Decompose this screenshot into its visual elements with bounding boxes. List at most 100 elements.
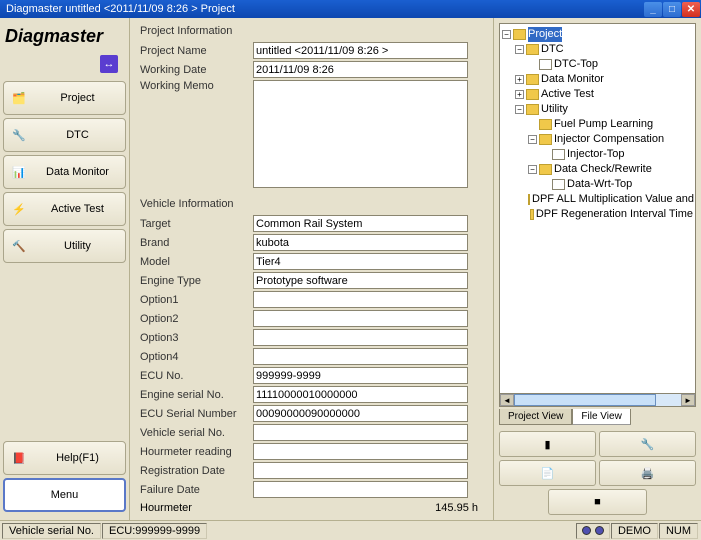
hourmeter-value: 145.95 h — [435, 502, 478, 514]
working-memo-textarea[interactable] — [253, 80, 468, 188]
view-tabs: Project View File View — [499, 409, 696, 425]
engine-type-label: Engine Type — [140, 275, 253, 287]
help-label: Help(F1) — [36, 452, 119, 464]
target-label: Target — [140, 218, 253, 230]
ecu-no-label: ECU No. — [140, 370, 253, 382]
engine-type-input[interactable] — [253, 272, 468, 289]
stop-icon: ■ — [594, 496, 601, 508]
statusbar: Vehicle serial No. ECU:999999-9999 DEMO … — [0, 520, 701, 540]
project-button[interactable]: 🗂️ Project — [3, 81, 126, 115]
tree-active-test[interactable]: +Active Test — [502, 87, 693, 102]
menu-label: Menu — [11, 489, 118, 501]
help-icon: 📕 — [10, 449, 28, 467]
hourmeter-reading-label: Hourmeter reading — [140, 446, 253, 458]
scroll-left-icon[interactable]: ◄ — [500, 394, 514, 406]
tree-horizontal-scrollbar[interactable]: ◄ ► — [499, 393, 696, 407]
status-ecu: ECU:999999-9999 — [102, 523, 207, 539]
tree-injector-top[interactable]: Injector-Top — [502, 147, 693, 162]
failure-date-label: Failure Date — [140, 484, 253, 496]
tree-dpf-all[interactable]: DPF ALL Multiplication Value and — [502, 192, 693, 207]
tree-data-monitor[interactable]: +Data Monitor — [502, 72, 693, 87]
target-input[interactable] — [253, 215, 468, 232]
dtc-button[interactable]: 🔧 DTC — [3, 118, 126, 152]
tree-injector-comp[interactable]: −Injector Compensation — [502, 132, 693, 147]
tree-dtc[interactable]: −DTC — [502, 42, 693, 57]
tab-project-view[interactable]: Project View — [499, 409, 572, 425]
project-info-heading: Project Information — [140, 25, 483, 37]
data-monitor-button[interactable]: 📊 Data Monitor — [3, 155, 126, 189]
failure-date-input[interactable] — [253, 481, 468, 498]
menu-button[interactable]: Menu — [3, 478, 126, 512]
status-dot-icon — [595, 526, 604, 535]
option4-label: Option4 — [140, 351, 253, 363]
hourmeter-label: Hourmeter — [140, 502, 192, 514]
close-button[interactable]: ✕ — [682, 2, 700, 17]
status-num: NUM — [659, 523, 698, 539]
option2-input[interactable] — [253, 310, 468, 327]
project-name-input[interactable] — [253, 42, 468, 59]
tool-button-5[interactable]: ■ — [548, 489, 647, 515]
ecu-serial-input[interactable] — [253, 405, 468, 422]
tree-dtc-top[interactable]: DTC-Top — [502, 57, 693, 72]
minimize-button[interactable]: _ — [644, 2, 662, 17]
app-logo-icon: ↔ — [100, 55, 118, 73]
option3-label: Option3 — [140, 332, 253, 344]
option1-input[interactable] — [253, 291, 468, 308]
scroll-track[interactable] — [514, 394, 681, 406]
tool-button-4[interactable]: 🖨️ — [599, 460, 696, 486]
app-title: Diagmaster — [3, 23, 126, 55]
dtc-icon: 🔧 — [10, 126, 28, 144]
model-label: Model — [140, 256, 253, 268]
project-name-label: Project Name — [140, 45, 253, 57]
engine-serial-label: Engine serial No. — [140, 389, 253, 401]
registration-date-label: Registration Date — [140, 465, 253, 477]
main-panel: Project Information Project Name Working… — [130, 18, 493, 520]
titlebar: Diagmaster untitled <2011/11/09 8:26 > P… — [0, 0, 701, 18]
status-vehicle-serial: Vehicle serial No. — [2, 523, 101, 539]
tree-fuel-pump[interactable]: Fuel Pump Learning — [502, 117, 693, 132]
scroll-right-icon[interactable]: ► — [681, 394, 695, 406]
tool-button-2[interactable]: 🔧 — [599, 431, 696, 457]
project-tree[interactable]: −Project −DTC DTC-Top +Data Monitor +Act… — [499, 23, 696, 394]
vehicle-serial-label: Vehicle serial No. — [140, 427, 253, 439]
right-pane: −Project −DTC DTC-Top +Data Monitor +Act… — [493, 18, 701, 520]
registration-date-input[interactable] — [253, 462, 468, 479]
dtc-label: DTC — [36, 129, 119, 141]
active-test-button[interactable]: ⚡ Active Test — [3, 192, 126, 226]
utility-icon: 🔨 — [10, 237, 28, 255]
option1-label: Option1 — [140, 294, 253, 306]
data-monitor-icon: 📊 — [10, 163, 28, 181]
engine-serial-input[interactable] — [253, 386, 468, 403]
tree-dpf-regen[interactable]: DPF Regeneration Interval Time — [502, 207, 693, 222]
hourmeter-reading-input[interactable] — [253, 443, 468, 460]
ecu-serial-label: ECU Serial Number — [140, 408, 253, 420]
tool-button-3[interactable]: 📄 — [499, 460, 596, 486]
tree-project[interactable]: −Project — [502, 27, 693, 42]
model-input[interactable] — [253, 253, 468, 270]
tree-data-check[interactable]: −Data Check/Rewrite — [502, 162, 693, 177]
data-monitor-label: Data Monitor — [36, 166, 119, 178]
document-icon: ▮ — [544, 438, 550, 451]
working-memo-label: Working Memo — [140, 80, 253, 92]
tree-utility[interactable]: −Utility — [502, 102, 693, 117]
help-button[interactable]: 📕 Help(F1) — [3, 441, 126, 475]
maximize-button[interactable]: □ — [663, 2, 681, 17]
utility-button[interactable]: 🔨 Utility — [3, 229, 126, 263]
wrench-icon: 🔧 — [641, 438, 655, 451]
active-test-label: Active Test — [36, 203, 119, 215]
tree-data-wrt-top[interactable]: Data-Wrt-Top — [502, 177, 693, 192]
tab-file-view[interactable]: File View — [572, 409, 630, 425]
option3-input[interactable] — [253, 329, 468, 346]
tool-button-1[interactable]: ▮ — [499, 431, 596, 457]
brand-input[interactable] — [253, 234, 468, 251]
ecu-no-input[interactable] — [253, 367, 468, 384]
option2-label: Option2 — [140, 313, 253, 325]
option4-input[interactable] — [253, 348, 468, 365]
scroll-thumb[interactable] — [514, 394, 656, 406]
vehicle-info-heading: Vehicle Information — [140, 198, 483, 210]
print-icon: 🖨️ — [641, 467, 655, 480]
project-label: Project — [36, 92, 119, 104]
working-date-input[interactable] — [253, 61, 468, 78]
vehicle-serial-input[interactable] — [253, 424, 468, 441]
sidebar: Diagmaster ↔ 🗂️ Project 🔧 DTC 📊 Data Mon… — [0, 18, 130, 520]
